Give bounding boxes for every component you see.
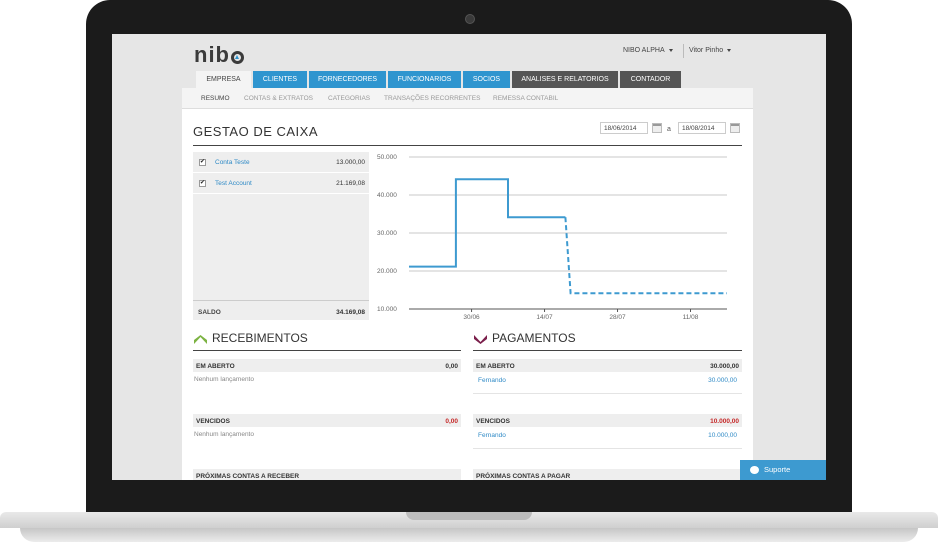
pagamentos-vencidos-bar: VENCIDOS 10.000,00 (473, 414, 742, 427)
laptop-base-bottom (20, 528, 918, 542)
x-tick-label: 30/06 (463, 314, 480, 321)
tab-contador[interactable]: CONTADOR (620, 71, 681, 88)
recebimentos-em-aberto-bar: EM ABERTO 0,00 (193, 359, 461, 372)
x-tick-label: 14/07 (536, 314, 553, 321)
title-rule (193, 145, 742, 146)
tab-analises-relatorios[interactable]: ANALISES E RELATORIOS (512, 71, 618, 88)
tab-funcionarios[interactable]: FUNCIONARIOS (388, 71, 461, 88)
account-checkbox[interactable]: ✔ (199, 159, 206, 166)
proximas-receber-label: PRÓXIMAS CONTAS A RECEBER (196, 473, 300, 480)
user-menu-label: Vitor Pinho (689, 47, 724, 54)
payment-row[interactable]: Fernando 10.000,00 (473, 432, 742, 446)
support-label: Suporte (764, 465, 791, 474)
vencidos-value: 10.000,00 (710, 418, 739, 425)
subnav-contas-extratos[interactable]: CONTAS & EXTRATOS (244, 95, 313, 102)
user-menu[interactable]: Vitor Pinho (689, 47, 732, 54)
vencidos-value: 0,00 (445, 418, 458, 425)
calendar-icon[interactable] (730, 123, 740, 133)
vencidos-label: VENCIDOS (196, 418, 230, 425)
tab-socios[interactable]: SOCIOS (463, 71, 510, 88)
chevron-down-icon (668, 48, 673, 52)
recebimentos-arrow-icon (194, 335, 207, 344)
em-aberto-label: EM ABERTO (476, 363, 515, 370)
support-button[interactable]: Suporte (740, 460, 826, 480)
pagamentos-em-aberto-bar: EM ABERTO 30.000,00 (473, 359, 742, 372)
company-menu-label: NIBO ALPHA (623, 47, 665, 54)
payment-name[interactable]: Fernando (478, 432, 506, 439)
vencidos-label: VENCIDOS (476, 418, 510, 425)
x-tick-label: 28/07 (609, 314, 626, 321)
accounts-panel: ✔ Conta Teste 13.000,00 ✔ Test Account 2… (193, 152, 369, 320)
company-menu[interactable]: NIBO ALPHA (623, 47, 673, 54)
account-row[interactable]: ✔ Conta Teste 13.000,00 (193, 152, 369, 173)
em-aberto-label: EM ABERTO (196, 363, 235, 370)
cashflow-chart: 50.000 40.000 30.000 20.000 10.000 30/06 14/07… (377, 154, 727, 321)
saldo-value: 34.169,08 (336, 309, 365, 316)
chat-bubble-icon (750, 466, 759, 474)
header-divider (683, 44, 684, 58)
row-divider (473, 448, 742, 449)
y-tick-label: 50.000 (377, 154, 397, 161)
logo-text: nib (194, 42, 230, 67)
empty-note: Nenhum lançamento (194, 431, 254, 438)
empty-note: Nenhum lançamento (194, 376, 254, 383)
logo-o-icon (231, 51, 244, 64)
em-aberto-value: 0,00 (445, 363, 458, 370)
account-name[interactable]: Test Account (215, 180, 252, 187)
forecast-line (564, 217, 727, 295)
page-title: GESTAO DE CAIXA (193, 124, 319, 139)
recebimentos-vencidos-bar: VENCIDOS 0,00 (193, 414, 461, 427)
date-separator: a (667, 126, 671, 133)
payment-value: 30.000,00 (708, 377, 737, 384)
proximas-pagar-bar: PRÓXIMAS CONTAS A PAGAR (473, 469, 742, 480)
y-tick-label: 20.000 (377, 268, 397, 275)
proximas-pagar-label: PRÓXIMAS CONTAS A PAGAR (476, 473, 571, 480)
subnav-resumo[interactable]: RESUMO (201, 95, 230, 102)
row-divider (473, 393, 742, 394)
pagamentos-rule (473, 350, 742, 351)
account-value: 21.169,08 (336, 180, 365, 187)
main-tabs: EMPRESA CLIENTES FORNECEDORES FUNCIONARI… (196, 71, 683, 88)
laptop-notch (406, 512, 532, 520)
recebimentos-rule (193, 350, 461, 351)
account-checkbox[interactable]: ✔ (199, 180, 206, 187)
tab-fornecedores[interactable]: FORNECEDORES (309, 71, 386, 88)
account-value: 13.000,00 (336, 159, 365, 166)
pagamentos-arrow-icon (474, 335, 487, 344)
account-name[interactable]: Conta Teste (215, 159, 250, 166)
saldo-row: SALDO 34.169,08 (193, 300, 369, 321)
date-to-input[interactable]: 18/08/2014 (678, 122, 726, 134)
camera (465, 14, 475, 24)
y-tick-label: 40.000 (377, 192, 397, 199)
payment-value: 10.000,00 (708, 432, 737, 439)
date-from-input[interactable]: 18/06/2014 (600, 122, 648, 134)
subnav-categorias[interactable]: CATEGORIAS (328, 95, 370, 102)
y-tick-label: 10.000 (377, 306, 397, 313)
tab-clientes[interactable]: CLIENTES (253, 71, 307, 88)
em-aberto-value: 30.000,00 (710, 363, 739, 370)
balance-line (409, 178, 566, 268)
payment-row[interactable]: Fernando 30.000,00 (473, 377, 742, 391)
saldo-label: SALDO (198, 309, 221, 316)
calendar-icon[interactable] (652, 123, 662, 133)
account-row[interactable]: ✔ Test Account 21.169,08 (193, 173, 369, 194)
chevron-down-icon (727, 48, 732, 52)
x-tick-label: 11/08 (683, 314, 699, 321)
subnav-remessa-contabil[interactable]: REMESSA CONTABIL (493, 95, 558, 102)
payment-name[interactable]: Fernando (478, 377, 506, 384)
nibo-logo[interactable]: nib (194, 42, 244, 68)
main-content: GESTAO DE CAIXA 18/06/2014 a 18/08/2014 … (182, 109, 753, 480)
pagamentos-title: PAGAMENTOS (492, 331, 576, 345)
subnav-transacoes-recorrentes[interactable]: TRANSAÇÕES RECORRENTES (384, 95, 480, 102)
y-tick-label: 30.000 (377, 230, 397, 237)
proximas-receber-bar: PRÓXIMAS CONTAS A RECEBER (193, 469, 461, 480)
recebimentos-title: RECEBIMENTOS (212, 331, 308, 345)
tab-empresa[interactable]: EMPRESA (196, 71, 251, 88)
sub-navigation: RESUMO CONTAS & EXTRATOS CATEGORIAS TRAN… (182, 88, 753, 109)
app-screen: nib NIBO ALPHA Vitor Pinho EMPRESA CLIEN… (112, 34, 826, 480)
